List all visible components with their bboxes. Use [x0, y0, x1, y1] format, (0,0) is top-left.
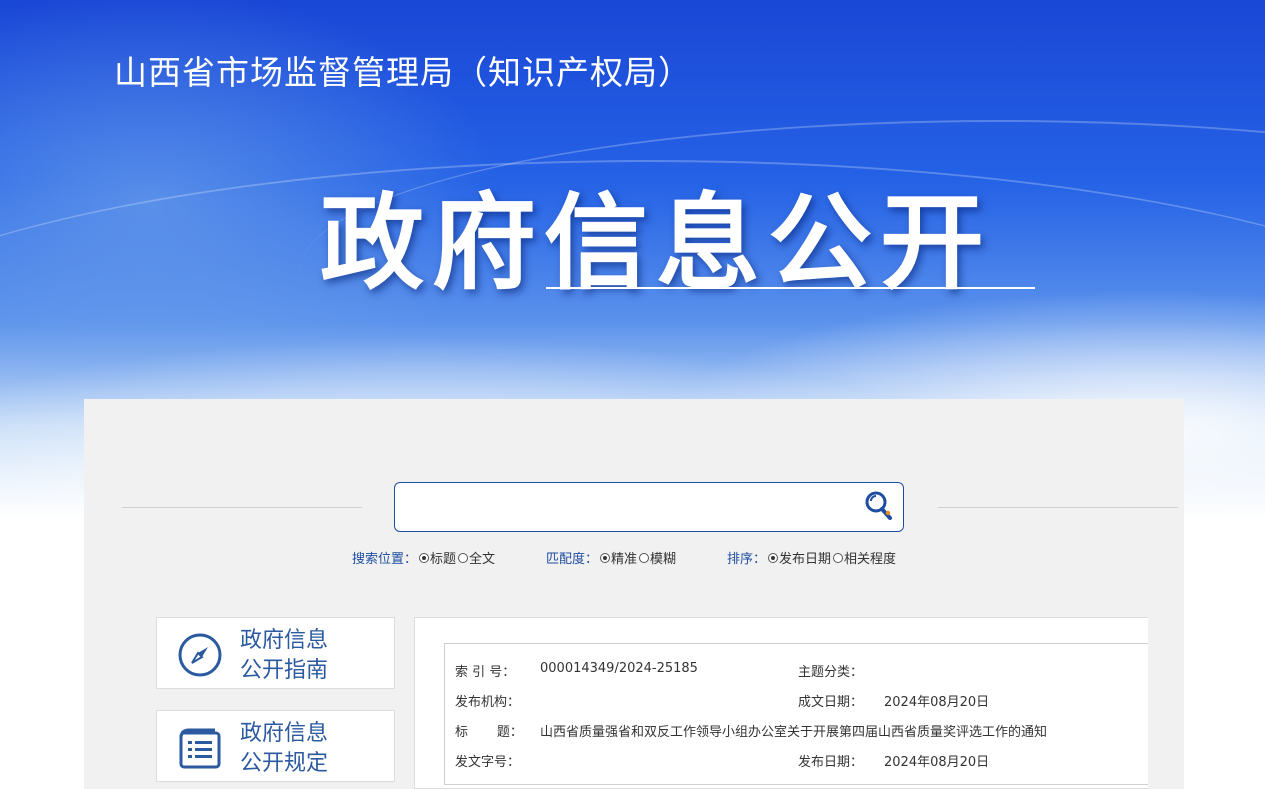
radio-publish-date-label[interactable]: 发布日期	[779, 548, 831, 567]
topic-label: 主题分类：	[798, 665, 864, 680]
doc-number-label: 发文字号：	[455, 755, 521, 770]
divider-right	[938, 507, 1178, 508]
search-box	[394, 482, 904, 532]
radio-exact-label[interactable]: 精准	[611, 548, 637, 567]
radio-fuzzy[interactable]	[639, 552, 650, 563]
org-title: 山西省市场监督管理局（知识产权局）	[114, 53, 692, 92]
publisher-label: 发布机构：	[455, 695, 521, 710]
sidebar-item-line1: 政府信息	[240, 721, 329, 746]
radio-fuzzy-label[interactable]: 模糊	[650, 548, 676, 567]
publish-date-value: 2024年08月20日	[884, 755, 990, 770]
sidebar-item-line2: 公开指南	[240, 658, 329, 683]
created-date-value: 2024年08月20日	[884, 695, 990, 710]
search-input[interactable]	[407, 493, 841, 523]
sidebar-item-guide[interactable]: 政府信息 公开指南	[156, 617, 395, 689]
sort-label: 排序：	[727, 552, 767, 567]
title-underline	[546, 287, 1035, 289]
sidebar-item-label: 政府信息 公开指南	[240, 626, 328, 686]
compass-icon	[178, 633, 222, 677]
doc-title-value[interactable]: 山西省质量强省和双反工作领导小组办公室关于开展第四届山西省质量奖评选工作的通知	[540, 721, 1047, 740]
radio-title-label[interactable]: 标题	[430, 548, 456, 567]
doc-title-label: 标 题：	[455, 725, 523, 740]
radio-title[interactable]	[419, 552, 430, 563]
sidebar-item-rules[interactable]: 政府信息 公开规定	[156, 710, 395, 782]
match-label: 匹配度：	[546, 552, 599, 567]
search-icon[interactable]	[864, 490, 894, 522]
search-position-options: 搜索位置： 标题 全文	[352, 548, 495, 567]
sidebar-item-line2: 公开规定	[240, 751, 329, 776]
publish-date-label: 发布日期：	[798, 755, 864, 770]
sidebar-item-label: 政府信息 公开规定	[240, 719, 328, 779]
created-date-label: 成文日期：	[798, 695, 864, 710]
radio-fulltext-label[interactable]: 全文	[469, 548, 495, 567]
sidebar-item-line1: 政府信息	[240, 628, 329, 653]
search-position-label: 搜索位置：	[352, 552, 418, 567]
sort-options: 排序： 发布日期 相关程度	[727, 548, 896, 567]
divider-left	[122, 507, 362, 508]
index-label: 索 引 号：	[455, 665, 516, 680]
radio-exact[interactable]	[600, 552, 611, 563]
radio-relevance-label[interactable]: 相关程度	[844, 548, 896, 567]
radio-fulltext[interactable]	[458, 552, 469, 563]
radio-relevance[interactable]	[833, 552, 844, 563]
document-list-icon	[179, 728, 221, 769]
match-options: 匹配度： 精准 模糊	[546, 548, 676, 567]
index-value: 000014349/2024-25185	[540, 661, 698, 676]
radio-publish-date[interactable]	[768, 552, 779, 563]
